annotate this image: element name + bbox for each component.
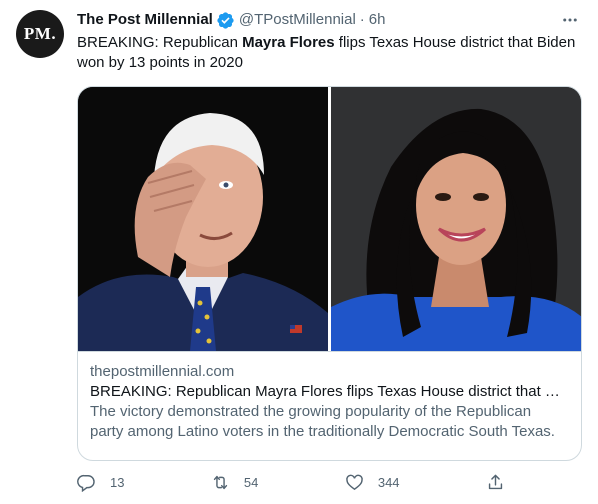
like-count: 344 bbox=[377, 474, 400, 490]
separator-dot: · bbox=[359, 11, 365, 28]
display-name[interactable]: The Post Millennial bbox=[77, 10, 213, 30]
tweet-text: BREAKING: Republican Mayra Flores flips … bbox=[77, 33, 577, 73]
retweet-count: 54 bbox=[243, 474, 259, 490]
tweet-content: The Post Millennial @TPostMillennial · 6… bbox=[77, 10, 582, 73]
reply-button[interactable]: 13 bbox=[77, 473, 124, 492]
card-domain: thepostmillennial.com bbox=[90, 363, 235, 380]
avatar[interactable]: PM. bbox=[16, 10, 64, 58]
tweet-text-bold: Mayra Flores bbox=[242, 34, 335, 51]
more-icon[interactable] bbox=[558, 10, 582, 30]
card-divider bbox=[78, 351, 581, 352]
retweet-button[interactable]: 54 bbox=[211, 473, 258, 492]
verified-badge-icon bbox=[216, 11, 235, 30]
share-button[interactable] bbox=[486, 473, 505, 492]
card-images bbox=[78, 87, 581, 351]
card-body: thepostmillennial.com BREAKING: Republic… bbox=[90, 362, 570, 442]
card-image-left bbox=[78, 87, 328, 351]
tweet[interactable]: PM. The Post Millennial @TPostMillennial… bbox=[0, 0, 598, 504]
like-icon bbox=[345, 473, 364, 492]
card-description: The victory demonstrated the growing pop… bbox=[90, 403, 555, 440]
tweet-header: The Post Millennial @TPostMillennial · 6… bbox=[77, 10, 582, 30]
like-button[interactable]: 344 bbox=[345, 473, 400, 492]
timestamp[interactable]: 6h bbox=[369, 10, 386, 30]
tweet-text-start: BREAKING: Republican bbox=[77, 34, 243, 51]
retweet-icon bbox=[211, 473, 230, 492]
card-title: BREAKING: Republican Mayra Flores flips … bbox=[90, 383, 568, 400]
share-icon bbox=[486, 473, 505, 492]
reply-count: 13 bbox=[110, 474, 125, 490]
card-image-right bbox=[331, 87, 581, 351]
user-handle[interactable]: @TPostMillennial bbox=[239, 10, 356, 30]
reply-icon bbox=[77, 473, 96, 492]
link-card[interactable]: thepostmillennial.com BREAKING: Republic… bbox=[77, 86, 582, 461]
action-bar: 13 54 344 bbox=[77, 472, 505, 492]
avatar-text: PM. bbox=[23, 24, 57, 43]
